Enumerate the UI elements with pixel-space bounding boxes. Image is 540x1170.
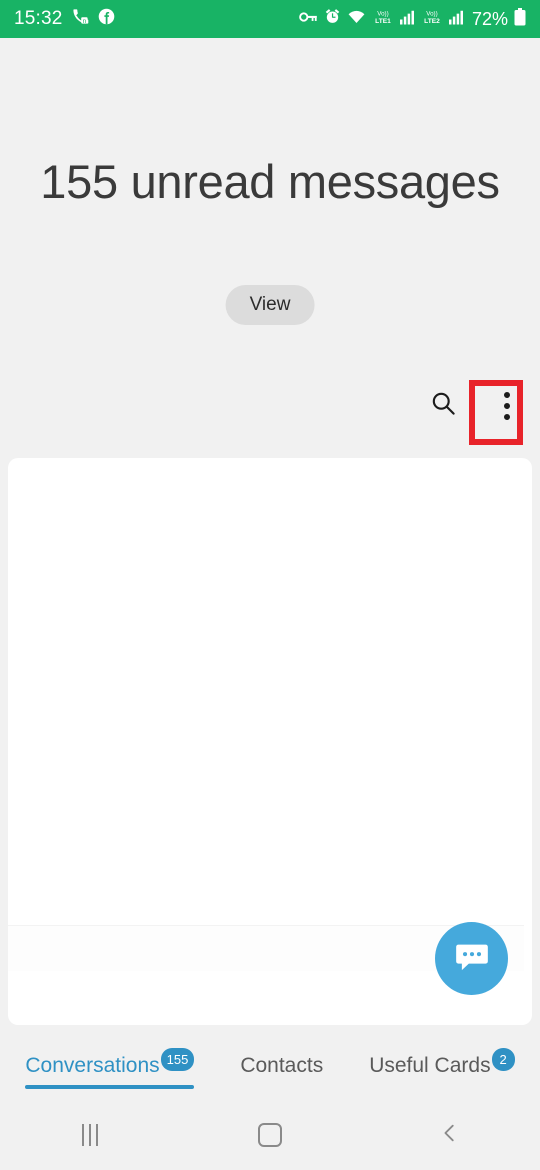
system-navigation-bar [0,1100,540,1170]
back-icon [439,1122,461,1149]
nav-back-button[interactable] [360,1122,540,1149]
bottom-tab-bar: Conversations 155 Contacts Useful Cards … [0,1025,540,1100]
tab-conversations-label: Conversations [25,1053,160,1077]
nav-home-button[interactable] [180,1123,360,1147]
wifi-icon [347,9,366,30]
unread-hero: 155 unread messages View [0,38,540,383]
alarm-icon [324,8,341,30]
battery-icon [514,7,526,31]
svg-text:LTE2: LTE2 [424,17,440,24]
signal-bars-1-icon [399,9,415,30]
toolbar-actions [422,385,528,427]
search-icon [430,390,457,422]
svg-text:Vo)): Vo)) [426,10,437,17]
signal-bars-2-icon [448,9,464,30]
tab-useful-cards[interactable]: Useful Cards 2 [369,1047,515,1078]
status-bar-clock: 15:32 [14,8,63,29]
status-bar-right: Vo)) LTE1 Vo)) LTE2 72% [299,7,526,31]
more-vertical-icon [504,392,510,420]
recents-icon [82,1124,98,1146]
tab-useful-cards-label: Useful Cards [369,1053,491,1077]
svg-text:Vo)): Vo)) [377,10,388,17]
nav-recents-button[interactable] [0,1124,180,1146]
active-tab-indicator [25,1084,195,1089]
volte-lte1-icon: Vo)) LTE1 [372,8,394,31]
status-bar-left: 15:32 n [14,8,115,30]
volte-lte2-icon: Vo)) LTE2 [421,8,443,31]
view-button[interactable]: View [225,285,315,325]
missed-call-icon: n [72,8,89,30]
tab-conversations[interactable]: Conversations 155 [25,1047,195,1089]
battery-percent-label: 72% [471,8,508,29]
facebook-icon [98,8,115,30]
tab-contacts-label: Contacts [240,1053,324,1077]
svg-text:n: n [82,18,86,25]
status-bar: 15:32 n Vo)) LTE1 Vo)) LTE2 72% [0,0,540,38]
tab-conversations-badge: 155 [160,1047,195,1071]
overflow-menu-button[interactable] [486,385,528,427]
phone-screen: 15:32 n Vo)) LTE1 Vo)) LTE2 72% 155 unre… [0,0,540,1170]
vpn-key-icon [299,9,318,30]
tab-useful-cards-badge: 2 [491,1047,515,1071]
page-title: 155 unread messages [40,155,500,208]
compose-message-fab[interactable] [435,922,508,995]
search-button[interactable] [422,385,464,427]
home-icon [258,1123,282,1147]
chat-bubble-icon [453,938,491,979]
svg-text:LTE1: LTE1 [375,17,391,24]
tab-contacts[interactable]: Contacts [240,1048,323,1078]
